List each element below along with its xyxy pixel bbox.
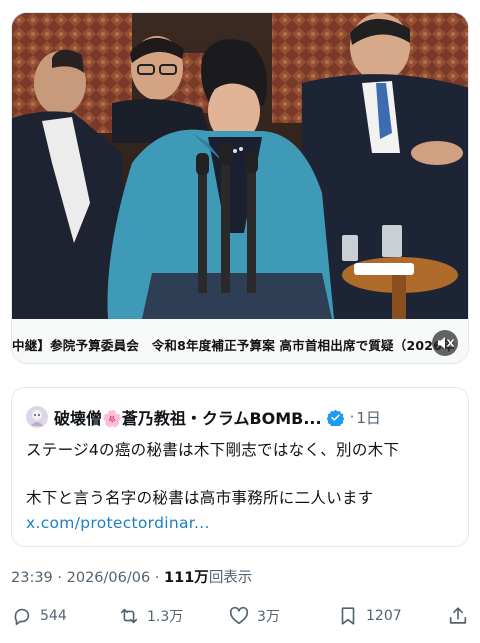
video-player[interactable] (12, 13, 468, 319)
mute-icon (438, 337, 454, 349)
share-button[interactable] (447, 603, 476, 629)
bookmark-button[interactable]: 1207 (337, 603, 402, 629)
verified-icon (326, 409, 344, 426)
repost-icon (120, 608, 138, 624)
post-date[interactable]: 2026/06/06 (67, 570, 151, 586)
bookmark-count: 1207 (366, 608, 402, 624)
action-bar: 544 1.3万 3万 1207 (0, 603, 480, 633)
quoted-post-card[interactable]: 破壊僧🌸蒼乃教祖・クラムBOMB... · 1日 ステージ4の癌の秘書は木下剛志… (11, 387, 469, 547)
video-thumbnail (12, 13, 468, 319)
reply-count: 544 (40, 608, 67, 624)
post-timestamp[interactable]: 1日 (356, 407, 381, 428)
quoted-post-text-line-1: ステージ4の癌の秘書は木下剛志ではなく、別の木下 (26, 441, 400, 459)
reply-button[interactable]: 544 (11, 603, 67, 629)
video-caption: 中継】参院予算委員会 令和8年度補正予算案 高市首相出席で質疑（2026年 (12, 338, 455, 353)
post-time[interactable]: 23:39 (11, 570, 53, 586)
like-count: 3万 (257, 609, 280, 625)
video-card[interactable]: 中継】参院予算委員会 令和8年度補正予算案 高市首相出席で質疑（2026年 (11, 12, 469, 364)
avatar[interactable] (26, 406, 48, 428)
view-label: 回表示 (208, 570, 253, 586)
video-caption-bar: 中継】参院予算委員会 令和8年度補正予算案 高市首相出席で質疑（2026年 (12, 319, 468, 363)
reply-icon (14, 608, 30, 626)
meta-separator: · (52, 570, 67, 586)
like-button[interactable]: 3万 (228, 603, 280, 629)
author-name[interactable]: 破壊僧🌸蒼乃教祖・クラムBOMB... (54, 405, 322, 429)
share-icon (449, 607, 467, 624)
repost-button[interactable]: 1.3万 (118, 603, 183, 629)
meta-separator-2: · (150, 570, 165, 586)
post-meta: 23:39 · 2026/06/06 · 111万回表示 (11, 566, 252, 587)
like-icon (229, 606, 249, 625)
quoted-post-link[interactable]: x.com/protectordinar... (26, 514, 210, 532)
quoted-post-header: 破壊僧🌸蒼乃教祖・クラムBOMB... · 1日 (26, 406, 381, 428)
repost-count: 1.3万 (147, 609, 184, 625)
bookmark-icon (341, 607, 355, 625)
mute-button[interactable] (432, 330, 458, 356)
quoted-post-text-line-2: 木下と言う名字の秘書は高市事務所に二人います (26, 489, 374, 507)
separator-dot: · (349, 408, 355, 426)
view-count: 111万 (164, 570, 209, 586)
